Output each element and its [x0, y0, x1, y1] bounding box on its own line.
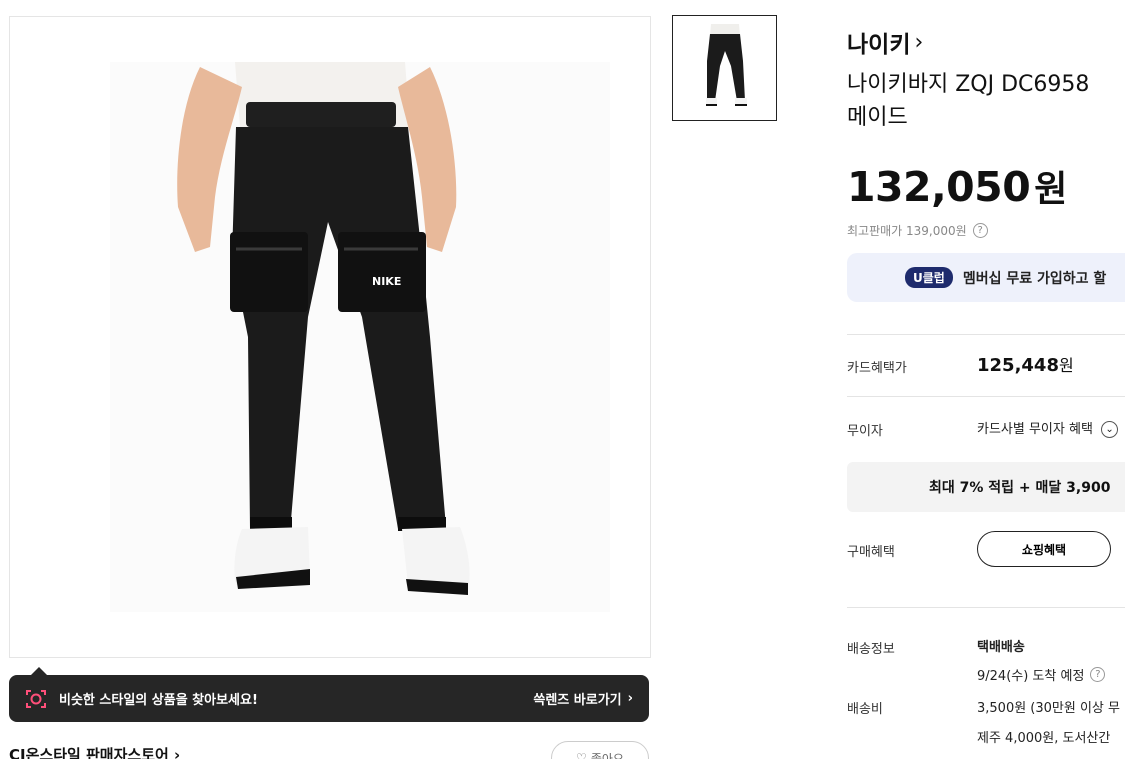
- chevron-right-icon: ›: [914, 29, 924, 55]
- chevron-down-icon: ⌄: [1101, 421, 1119, 438]
- product-title: 나이키바지 ZQJ DC6958 메이드: [847, 72, 1090, 130]
- membership-banner[interactable]: U클럽 멤버십 무료 가입하고 할: [847, 253, 1125, 302]
- style-lens-banner[interactable]: 비슷한 스타일의 상품을 찾아보세요! 쓱렌즈 바로가기 ›: [9, 667, 649, 722]
- product-thumbnail[interactable]: [672, 15, 777, 121]
- card-price-unit: 원: [1058, 356, 1074, 375]
- shipping-fee-label: 배송비: [847, 702, 883, 717]
- sale-price-value: 132,050: [847, 163, 1031, 211]
- heart-icon: ♡: [576, 751, 587, 759]
- card-price-value: 125,448: [977, 355, 1059, 376]
- shipping-eta: 9/24(수) 도착 예정 ?: [977, 665, 1106, 684]
- purchase-benefit-label: 구매혜택: [847, 545, 895, 560]
- shipping-eta-text: 9/24(수) 도착 예정: [977, 669, 1085, 684]
- seller-store-name: CJ온스타일 판매자스토어: [9, 746, 169, 759]
- uclub-badge: U클럽: [905, 267, 953, 288]
- divider: [847, 334, 1125, 335]
- original-price-text: 최고판매가 139,000원: [847, 224, 967, 238]
- thumbnail-photo: [673, 16, 776, 120]
- points-benefit-box: 최대 7% 적립 + 매달 3,900: [847, 462, 1125, 512]
- shipping-fee: 3,500원 (30만원 이상 무: [977, 701, 1120, 716]
- card-benefit-price: 125,448원: [977, 352, 1074, 376]
- svg-text:NIKE: NIKE: [372, 275, 401, 288]
- points-text: 최대 7% 적립 + 매달 3,900: [929, 480, 1111, 496]
- lens-banner-text: 비슷한 스타일의 상품을 찾아보세요!: [59, 693, 258, 708]
- lens-link[interactable]: 쓱렌즈 바로가기 ›: [533, 689, 633, 708]
- help-icon[interactable]: ?: [972, 223, 988, 238]
- like-label: 좋아요: [590, 751, 624, 759]
- shipping-info-label: 배송정보: [847, 642, 895, 657]
- installment-info[interactable]: 카드사별 무이자 혜택 ⌄: [977, 418, 1119, 438]
- divider: [847, 607, 1125, 608]
- chevron-right-icon: ›: [627, 691, 633, 706]
- help-icon[interactable]: ?: [1090, 667, 1106, 682]
- product-photo: NIKE: [10, 17, 650, 657]
- brand-name: 나이키: [847, 32, 911, 58]
- lens-link-label: 쓱렌즈 바로가기: [533, 693, 622, 708]
- membership-text: 멤버십 무료 가입하고 할: [962, 270, 1107, 287]
- shopping-benefit-button[interactable]: 쇼핑혜택: [977, 531, 1111, 567]
- shipping-method: 택배배송: [977, 640, 1025, 655]
- like-button[interactable]: ♡ 좋아요: [551, 741, 649, 759]
- sale-price: 132,050 원: [847, 160, 1067, 212]
- brand-link[interactable]: 나이키 ›: [847, 25, 923, 59]
- product-main-image[interactable]: NIKE: [9, 16, 651, 658]
- sale-price-unit: 원: [1034, 169, 1067, 210]
- divider: [847, 396, 1125, 397]
- camera-lens-icon: [26, 689, 46, 708]
- card-benefit-label: 카드혜택가: [847, 361, 907, 376]
- chevron-right-icon: ›: [174, 746, 181, 759]
- installment-label: 무이자: [847, 424, 883, 439]
- shipping-extra-fee: 제주 4,000원, 도서산간: [977, 731, 1111, 746]
- seller-store-link[interactable]: CJ온스타일 판매자스토어 ›: [9, 744, 180, 759]
- original-price: 최고판매가 139,000원 ?: [847, 222, 988, 239]
- installment-value: 카드사별 무이자 혜택: [977, 422, 1093, 437]
